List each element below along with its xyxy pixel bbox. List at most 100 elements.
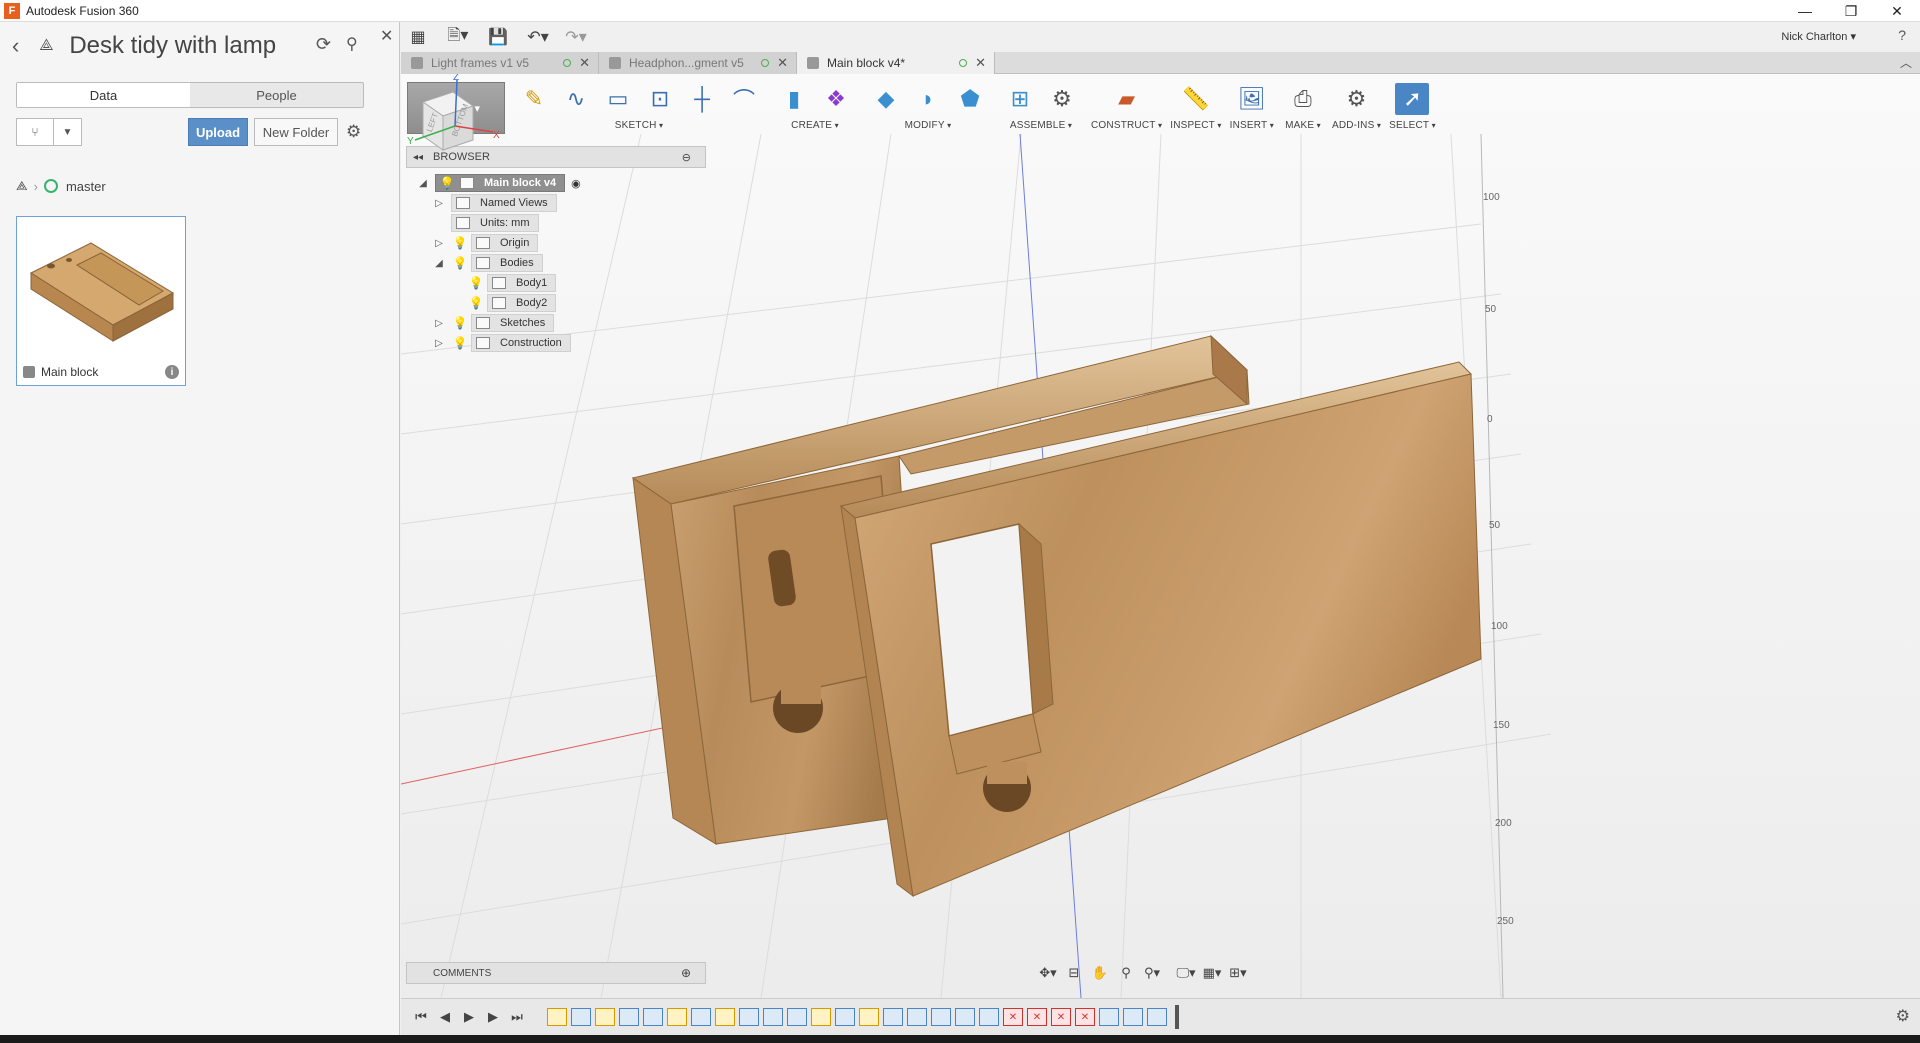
tree-node-sketches[interactable]: ▷ 💡 Sketches — [431, 313, 555, 333]
timeline-sketch-icon[interactable] — [859, 1008, 879, 1026]
timeline-body-icon[interactable] — [1123, 1008, 1143, 1026]
upload-button[interactable]: Upload — [188, 118, 248, 146]
sketch-create-icon[interactable]: ✎ — [517, 83, 551, 115]
viewports-icon[interactable]: ⊞▾ — [1225, 961, 1251, 985]
restore-button[interactable]: ❐ — [1828, 0, 1874, 22]
ribbon-label-construct[interactable]: CONSTRUCT — [1091, 120, 1162, 131]
tab-data[interactable]: Data — [17, 83, 190, 107]
ribbon-label-addins[interactable]: ADD-INS — [1332, 120, 1381, 131]
tab-headphone-segment[interactable]: Headphon...gment v5 ✕ — [599, 52, 797, 74]
ribbon-label-select[interactable]: SELECT — [1389, 120, 1436, 131]
back-arrow-icon[interactable]: ‹ — [12, 33, 19, 59]
tab-main-block[interactable]: Main block v4* ✕ — [797, 52, 995, 74]
timeline-fillet-icon[interactable] — [955, 1008, 975, 1026]
3d-print-icon[interactable]: ⎙ — [1286, 83, 1320, 115]
point-icon[interactable]: ⊡ — [643, 83, 677, 115]
3d-viewport[interactable]: 100 50 0 50 100 150 200 250 ▾ ✎ ∿ ▭ ⊡ ┼ … — [401, 74, 1920, 998]
gear-icon[interactable]: ⚙ — [346, 122, 361, 142]
activate-radio-icon[interactable]: ◉ — [571, 177, 581, 190]
ribbon-label-make[interactable]: MAKE — [1285, 120, 1321, 131]
collapsed-triangle-icon[interactable]: ▷ — [431, 318, 447, 329]
timeline-sketch-icon[interactable] — [715, 1008, 735, 1026]
insert-image-icon[interactable]: 🖼 — [1235, 83, 1269, 115]
timeline-extrude-icon[interactable] — [739, 1008, 759, 1026]
measure-icon[interactable]: 📏 — [1179, 83, 1213, 115]
undo-icon[interactable]: ↶▾ — [521, 24, 555, 50]
go-to-end-icon[interactable]: ⏭ — [505, 1005, 529, 1029]
timeline-delete-icon[interactable]: ✕ — [1003, 1008, 1023, 1026]
line-icon[interactable]: ┼ — [685, 83, 719, 115]
new-component-icon[interactable]: ⊞ — [1003, 83, 1037, 115]
visibility-bulb-icon[interactable]: 💡 — [453, 236, 468, 250]
look-at-icon[interactable]: ⊟ — [1061, 961, 1087, 985]
save-icon[interactable]: 💾 — [481, 24, 515, 50]
project-hub-icon[interactable]: ⟁ — [33, 33, 59, 59]
step-forward-icon[interactable]: ▶ — [481, 1005, 505, 1029]
gear-icon[interactable]: ⚙ — [1896, 1006, 1910, 1026]
tree-node-root[interactable]: ◢ 💡 Main block v4 ◉ — [415, 173, 581, 193]
comments-panel[interactable]: COMMENTS ⊕ — [406, 962, 706, 984]
step-back-icon[interactable]: ◀ — [433, 1005, 457, 1029]
press-pull-icon[interactable]: ◆ — [869, 83, 903, 115]
tree-node-construction[interactable]: ▷ 💡 Construction — [431, 333, 571, 353]
timeline-combine-icon[interactable] — [1099, 1008, 1119, 1026]
branch-name[interactable]: master — [66, 179, 106, 194]
collapsed-triangle-icon[interactable]: ▷ — [431, 238, 447, 249]
rectangle-icon[interactable]: ▭ — [601, 83, 635, 115]
refresh-icon[interactable]: ⟳ — [316, 34, 331, 55]
timeline-delete-icon[interactable]: ✕ — [1075, 1008, 1095, 1026]
tree-node-named-views[interactable]: ▷ Named Views — [431, 193, 557, 213]
timeline-sketch-icon[interactable] — [547, 1008, 567, 1026]
visibility-bulb-icon[interactable]: 💡 — [453, 256, 468, 270]
visibility-bulb-icon[interactable]: 💡 — [440, 176, 455, 190]
design-card[interactable]: Main block i — [16, 216, 186, 386]
fit-icon[interactable]: ⚲▾ — [1139, 961, 1165, 985]
form-icon[interactable]: ❖ — [819, 83, 853, 115]
close-tab-icon[interactable]: ✕ — [579, 55, 590, 71]
fillet-icon[interactable]: ◗ — [911, 83, 945, 115]
ribbon-label-modify[interactable]: MODIFY — [905, 120, 952, 131]
collapsed-triangle-icon[interactable]: ▷ — [431, 338, 447, 349]
grid-settings-icon[interactable]: ▦▾ — [1199, 961, 1225, 985]
close-panel-icon[interactable]: ✕ — [380, 26, 393, 46]
timeline-extrude-icon[interactable] — [787, 1008, 807, 1026]
add-comment-icon[interactable]: ⊕ — [681, 966, 691, 980]
canvas-scene[interactable]: 100 50 0 50 100 150 200 250 — [401, 74, 1920, 998]
ribbon-label-insert[interactable]: INSERT — [1230, 120, 1274, 131]
expanded-triangle-icon[interactable]: ◢ — [431, 258, 447, 269]
view-cube[interactable]: LEFT BOTTOM Z Y X — [401, 74, 501, 174]
plane-icon[interactable]: ▰ — [1110, 83, 1144, 115]
data-panel-grid-icon[interactable]: ▦ — [401, 24, 435, 50]
timeline-body-icon[interactable] — [1147, 1008, 1167, 1026]
minimize-icon[interactable]: ⊖ — [682, 151, 691, 164]
orbit-icon[interactable]: ✥▾ — [1035, 961, 1061, 985]
tree-node-units[interactable]: Units: mm — [447, 213, 539, 233]
ribbon-label-assemble[interactable]: ASSEMBLE — [1010, 120, 1072, 131]
timeline-extrude-icon[interactable] — [883, 1008, 903, 1026]
tab-people[interactable]: People — [190, 83, 363, 107]
extrude-icon[interactable]: ▮ — [777, 83, 811, 115]
joint-icon[interactable]: ⚙ — [1045, 83, 1079, 115]
zoom-icon[interactable]: ⚲ — [1113, 961, 1139, 985]
timeline-fillet-icon[interactable] — [979, 1008, 999, 1026]
expanded-triangle-icon[interactable]: ◢ — [415, 178, 431, 189]
play-icon[interactable]: ▶ — [457, 1005, 481, 1029]
display-settings-icon[interactable]: 🖵▾ — [1173, 961, 1199, 985]
timeline-sketch-icon[interactable] — [811, 1008, 831, 1026]
close-window-button[interactable]: ✕ — [1874, 0, 1920, 22]
timeline-fillet-icon[interactable] — [643, 1008, 663, 1026]
ribbon-label-inspect[interactable]: INSPECT — [1170, 120, 1221, 131]
minimize-button[interactable]: — — [1782, 0, 1828, 22]
shell-icon[interactable]: ⬟ — [953, 83, 987, 115]
tree-node-body1[interactable]: 💡 Body1 — [463, 273, 557, 293]
branch-icon[interactable]: ⑂ — [16, 118, 54, 146]
visibility-bulb-icon[interactable]: 💡 — [453, 336, 468, 350]
visibility-bulb-icon[interactable]: 💡 — [469, 276, 484, 290]
help-icon[interactable]: ? — [1898, 27, 1906, 43]
collapsed-triangle-icon[interactable]: ▷ — [431, 198, 447, 209]
timeline-sketch-icon[interactable] — [667, 1008, 687, 1026]
timeline-fillet-icon[interactable] — [931, 1008, 951, 1026]
chevron-up-icon[interactable]: ︿ — [1900, 54, 1912, 71]
close-tab-icon[interactable]: ✕ — [777, 55, 788, 71]
ribbon-label-sketch[interactable]: SKETCH — [615, 120, 663, 131]
